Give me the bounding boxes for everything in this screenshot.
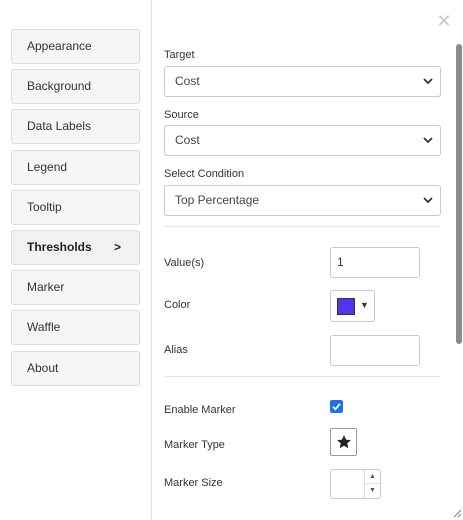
- sidebar-item-appearance[interactable]: Appearance: [11, 29, 140, 64]
- color-label: Color: [164, 299, 191, 311]
- stepper-controls: ▲ ▼: [364, 470, 380, 498]
- condition-select-value: Top Percentage: [175, 193, 260, 207]
- marker-size-label: Marker Size: [164, 477, 223, 489]
- alias-label: Alias: [164, 344, 188, 356]
- values-label: Value(s): [164, 257, 205, 269]
- sidebar-item-marker[interactable]: Marker: [11, 270, 140, 305]
- marker-size-stepper[interactable]: ▲ ▼: [330, 469, 381, 499]
- stepper-up-icon[interactable]: ▲: [365, 470, 380, 484]
- condition-label: Select Condition: [164, 168, 245, 180]
- sidebar-item-label: Background: [27, 79, 92, 93]
- condition-select[interactable]: Top Percentage: [164, 185, 441, 216]
- thresholds-panel: Target Cost Source Cost Select Condition…: [152, 0, 463, 520]
- sidebar-item-legend[interactable]: Legend: [11, 150, 140, 185]
- color-swatch: [337, 298, 355, 315]
- target-select-value: Cost: [175, 74, 200, 88]
- values-input[interactable]: 1: [330, 247, 420, 278]
- sidebar-item-data-labels[interactable]: Data Labels: [11, 109, 140, 144]
- sidebar-item-label: Appearance: [27, 39, 92, 53]
- sidebar-item-waffle[interactable]: Waffle: [11, 310, 140, 345]
- source-select[interactable]: Cost: [164, 125, 441, 156]
- sidebar-item-label: About: [27, 361, 59, 375]
- target-select[interactable]: Cost: [164, 66, 441, 97]
- sidebar-item-thresholds[interactable]: Thresholds >: [11, 230, 140, 265]
- marker-type-label: Marker Type: [164, 439, 225, 451]
- sidebar-item-about[interactable]: About: [11, 351, 140, 386]
- section-divider: [164, 226, 440, 227]
- star-icon: [337, 435, 351, 449]
- sidebar-item-background[interactable]: Background: [11, 69, 140, 104]
- chevron-down-icon: [423, 197, 433, 204]
- target-label: Target: [164, 49, 195, 61]
- enable-marker-checkbox[interactable]: [330, 400, 343, 413]
- sidebar-item-label: Data Labels: [27, 119, 92, 133]
- sidebar-item-label: Marker: [27, 280, 65, 294]
- source-select-value: Cost: [175, 133, 200, 147]
- sidebar-item-label: Thresholds: [27, 240, 92, 254]
- stepper-down-icon[interactable]: ▼: [365, 484, 380, 498]
- scrollbar[interactable]: [455, 40, 463, 345]
- caret-down-icon: ▼: [360, 300, 369, 310]
- section-divider: [164, 376, 440, 377]
- sidebar-item-label: Legend: [27, 160, 68, 174]
- sidebar-item-tooltip[interactable]: Tooltip: [11, 190, 140, 225]
- alias-input[interactable]: [330, 335, 420, 366]
- chevron-down-icon: [423, 78, 433, 85]
- chevron-down-icon: [423, 137, 433, 144]
- resize-handle-icon[interactable]: [450, 506, 462, 518]
- scrollbar-thumb[interactable]: [456, 44, 462, 344]
- color-picker[interactable]: ▼: [330, 290, 375, 322]
- sidebar-item-label: Tooltip: [27, 200, 62, 214]
- settings-sidebar: Appearance Background Data Labels Legend…: [0, 0, 150, 520]
- chevron-right-icon: >: [113, 240, 121, 254]
- enable-marker-label: Enable Marker: [164, 404, 236, 416]
- marker-type-button[interactable]: [330, 428, 357, 456]
- source-label: Source: [164, 109, 199, 121]
- sidebar-item-label: Waffle: [27, 320, 61, 334]
